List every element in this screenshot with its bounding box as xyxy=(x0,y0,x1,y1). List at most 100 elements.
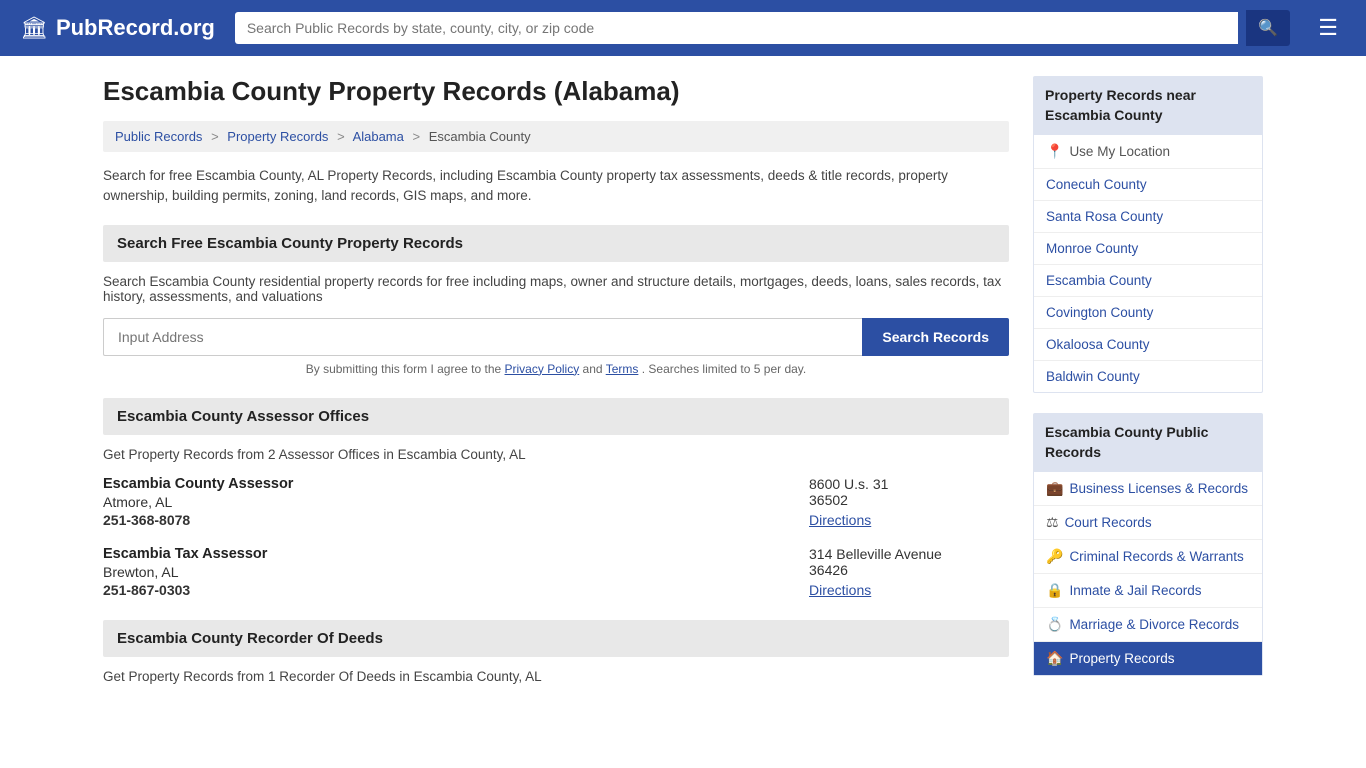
sidebar-escambia-label: Escambia County xyxy=(1046,273,1152,288)
search-form: Search Records By submitting this form I… xyxy=(103,318,1009,376)
directions-link-2[interactable]: Directions xyxy=(809,582,871,598)
office-right-1: 8600 U.s. 31 36502 Directions xyxy=(809,476,1009,528)
sidebar-criminal-label: Criminal Records & Warrants xyxy=(1069,549,1243,564)
office-address-1: 8600 U.s. 31 xyxy=(809,476,1009,492)
breadcrumb-alabama[interactable]: Alabama xyxy=(353,129,404,144)
breadcrumb-sep-3: > xyxy=(413,129,421,144)
office-zip-2: 36426 xyxy=(809,562,1009,578)
recorder-section: Escambia County Recorder Of Deeds Get Pr… xyxy=(103,620,1009,684)
page-title: Escambia County Property Records (Alabam… xyxy=(103,76,1009,107)
sidebar-item-use-location[interactable]: 📍 Use My Location xyxy=(1034,135,1262,169)
sidebar-item-escambia[interactable]: Escambia County xyxy=(1034,265,1262,297)
recorder-description: Get Property Records from 1 Recorder Of … xyxy=(103,669,1009,684)
business-icon: 💼 xyxy=(1046,480,1063,497)
office-right-2: 314 Belleville Avenue 36426 Directions xyxy=(809,546,1009,598)
sidebar-item-court-records[interactable]: ⚖ Court Records xyxy=(1034,506,1262,540)
search-icon: 🔍 xyxy=(1258,20,1278,37)
office-city-1: Atmore, AL xyxy=(103,494,809,510)
sidebar-covington-label: Covington County xyxy=(1046,305,1153,320)
sidebar-use-location-label: Use My Location xyxy=(1069,144,1170,159)
sidebar-conecuh-label: Conecuh County xyxy=(1046,177,1147,192)
office-name-2: Escambia Tax Assessor xyxy=(103,546,809,562)
assessor-section-header: Escambia County Assessor Offices xyxy=(103,398,1009,435)
sidebar-item-marriage-records[interactable]: 💍 Marriage & Divorce Records xyxy=(1034,608,1262,642)
sidebar-item-conecuh[interactable]: Conecuh County xyxy=(1034,169,1262,201)
office-entry-2: Escambia Tax Assessor Brewton, AL 251-86… xyxy=(103,546,1009,598)
terms-link[interactable]: Terms xyxy=(606,362,639,376)
sidebar-baldwin-label: Baldwin County xyxy=(1046,369,1140,384)
breadcrumb-sep-1: > xyxy=(211,129,219,144)
sidebar-public-records-section: Escambia County Public Records 💼 Busines… xyxy=(1033,413,1263,676)
breadcrumb-current: Escambia County xyxy=(429,129,531,144)
sidebar-business-label: Business Licenses & Records xyxy=(1069,481,1248,496)
main-content: Escambia County Property Records (Alabam… xyxy=(103,76,1009,706)
sidebar: Property Records near Escambia County 📍 … xyxy=(1033,76,1263,706)
sidebar-item-monroe[interactable]: Monroe County xyxy=(1034,233,1262,265)
search-description: Search Escambia County residential prope… xyxy=(103,274,1009,304)
breadcrumb: Public Records > Property Records > Alab… xyxy=(103,121,1009,152)
office-phone-1: 251-368-8078 xyxy=(103,512,809,528)
office-phone-2: 251-867-0303 xyxy=(103,582,809,598)
search-row: Search Records xyxy=(103,318,1009,356)
sidebar-nearby-title: Property Records near Escambia County xyxy=(1033,76,1263,135)
main-description: Search for free Escambia County, AL Prop… xyxy=(103,166,1009,207)
sidebar-nearby-items: 📍 Use My Location Conecuh County Santa R… xyxy=(1033,135,1263,393)
sidebar-monroe-label: Monroe County xyxy=(1046,241,1138,256)
office-left-1: Escambia County Assessor Atmore, AL 251-… xyxy=(103,476,809,528)
site-header: 🏛 PubRecord.org 🔍 ☰ xyxy=(0,0,1366,56)
criminal-icon: 🔑 xyxy=(1046,548,1063,565)
sidebar-item-property-records[interactable]: 🏠 Property Records xyxy=(1034,642,1262,675)
office-entry-1: Escambia County Assessor Atmore, AL 251-… xyxy=(103,476,1009,528)
form-note-text: By submitting this form I agree to the xyxy=(306,362,501,376)
assessor-section: Escambia County Assessor Offices Get Pro… xyxy=(103,398,1009,598)
sidebar-item-santa-rosa[interactable]: Santa Rosa County xyxy=(1034,201,1262,233)
search-section: Search Free Escambia County Property Rec… xyxy=(103,225,1009,376)
header-menu-button[interactable]: ☰ xyxy=(1310,11,1346,45)
sidebar-item-okaloosa[interactable]: Okaloosa County xyxy=(1034,329,1262,361)
breadcrumb-property-records[interactable]: Property Records xyxy=(227,129,328,144)
page-container: Escambia County Property Records (Alabam… xyxy=(83,56,1283,726)
header-search-area: 🔍 xyxy=(235,10,1290,46)
logo-icon: 🏛 xyxy=(20,15,48,41)
marriage-icon: 💍 xyxy=(1046,616,1063,633)
property-icon: 🏠 xyxy=(1046,650,1063,667)
office-name-1: Escambia County Assessor xyxy=(103,476,809,492)
form-note: By submitting this form I agree to the P… xyxy=(103,362,1009,376)
sidebar-nearby-section: Property Records near Escambia County 📍 … xyxy=(1033,76,1263,393)
office-city-2: Brewton, AL xyxy=(103,564,809,580)
search-section-header: Search Free Escambia County Property Rec… xyxy=(103,225,1009,262)
directions-link-1[interactable]: Directions xyxy=(809,512,871,528)
sidebar-okaloosa-label: Okaloosa County xyxy=(1046,337,1150,352)
sidebar-item-covington[interactable]: Covington County xyxy=(1034,297,1262,329)
location-icon: 📍 xyxy=(1046,143,1063,160)
menu-icon: ☰ xyxy=(1318,15,1338,40)
breadcrumb-sep-2: > xyxy=(337,129,345,144)
sidebar-item-business-licenses[interactable]: 💼 Business Licenses & Records xyxy=(1034,472,1262,506)
court-icon: ⚖ xyxy=(1046,514,1059,531)
sidebar-inmate-label: Inmate & Jail Records xyxy=(1069,583,1201,598)
sidebar-public-records-title: Escambia County Public Records xyxy=(1033,413,1263,472)
sidebar-marriage-label: Marriage & Divorce Records xyxy=(1069,617,1239,632)
privacy-policy-link[interactable]: Privacy Policy xyxy=(505,362,580,376)
office-address-2: 314 Belleville Avenue xyxy=(809,546,1009,562)
header-search-button[interactable]: 🔍 xyxy=(1246,10,1290,46)
breadcrumb-public-records[interactable]: Public Records xyxy=(115,129,202,144)
sidebar-public-records-items: 💼 Business Licenses & Records ⚖ Court Re… xyxy=(1033,472,1263,676)
assessor-description: Get Property Records from 2 Assessor Off… xyxy=(103,447,1009,462)
sidebar-santa-rosa-label: Santa Rosa County xyxy=(1046,209,1163,224)
sidebar-item-inmate-records[interactable]: 🔒 Inmate & Jail Records xyxy=(1034,574,1262,608)
header-search-input[interactable] xyxy=(235,12,1239,44)
inmate-icon: 🔒 xyxy=(1046,582,1063,599)
sidebar-property-label: Property Records xyxy=(1069,651,1174,666)
logo-text: PubRecord.org xyxy=(56,15,215,41)
search-records-button[interactable]: Search Records xyxy=(862,318,1009,356)
recorder-section-header: Escambia County Recorder Of Deeds xyxy=(103,620,1009,657)
form-note-end: . Searches limited to 5 per day. xyxy=(642,362,807,376)
address-input[interactable] xyxy=(103,318,862,356)
office-left-2: Escambia Tax Assessor Brewton, AL 251-86… xyxy=(103,546,809,598)
office-zip-1: 36502 xyxy=(809,492,1009,508)
site-logo[interactable]: 🏛 PubRecord.org xyxy=(20,15,215,41)
sidebar-item-criminal-records[interactable]: 🔑 Criminal Records & Warrants xyxy=(1034,540,1262,574)
sidebar-court-label: Court Records xyxy=(1065,515,1152,530)
sidebar-item-baldwin[interactable]: Baldwin County xyxy=(1034,361,1262,392)
